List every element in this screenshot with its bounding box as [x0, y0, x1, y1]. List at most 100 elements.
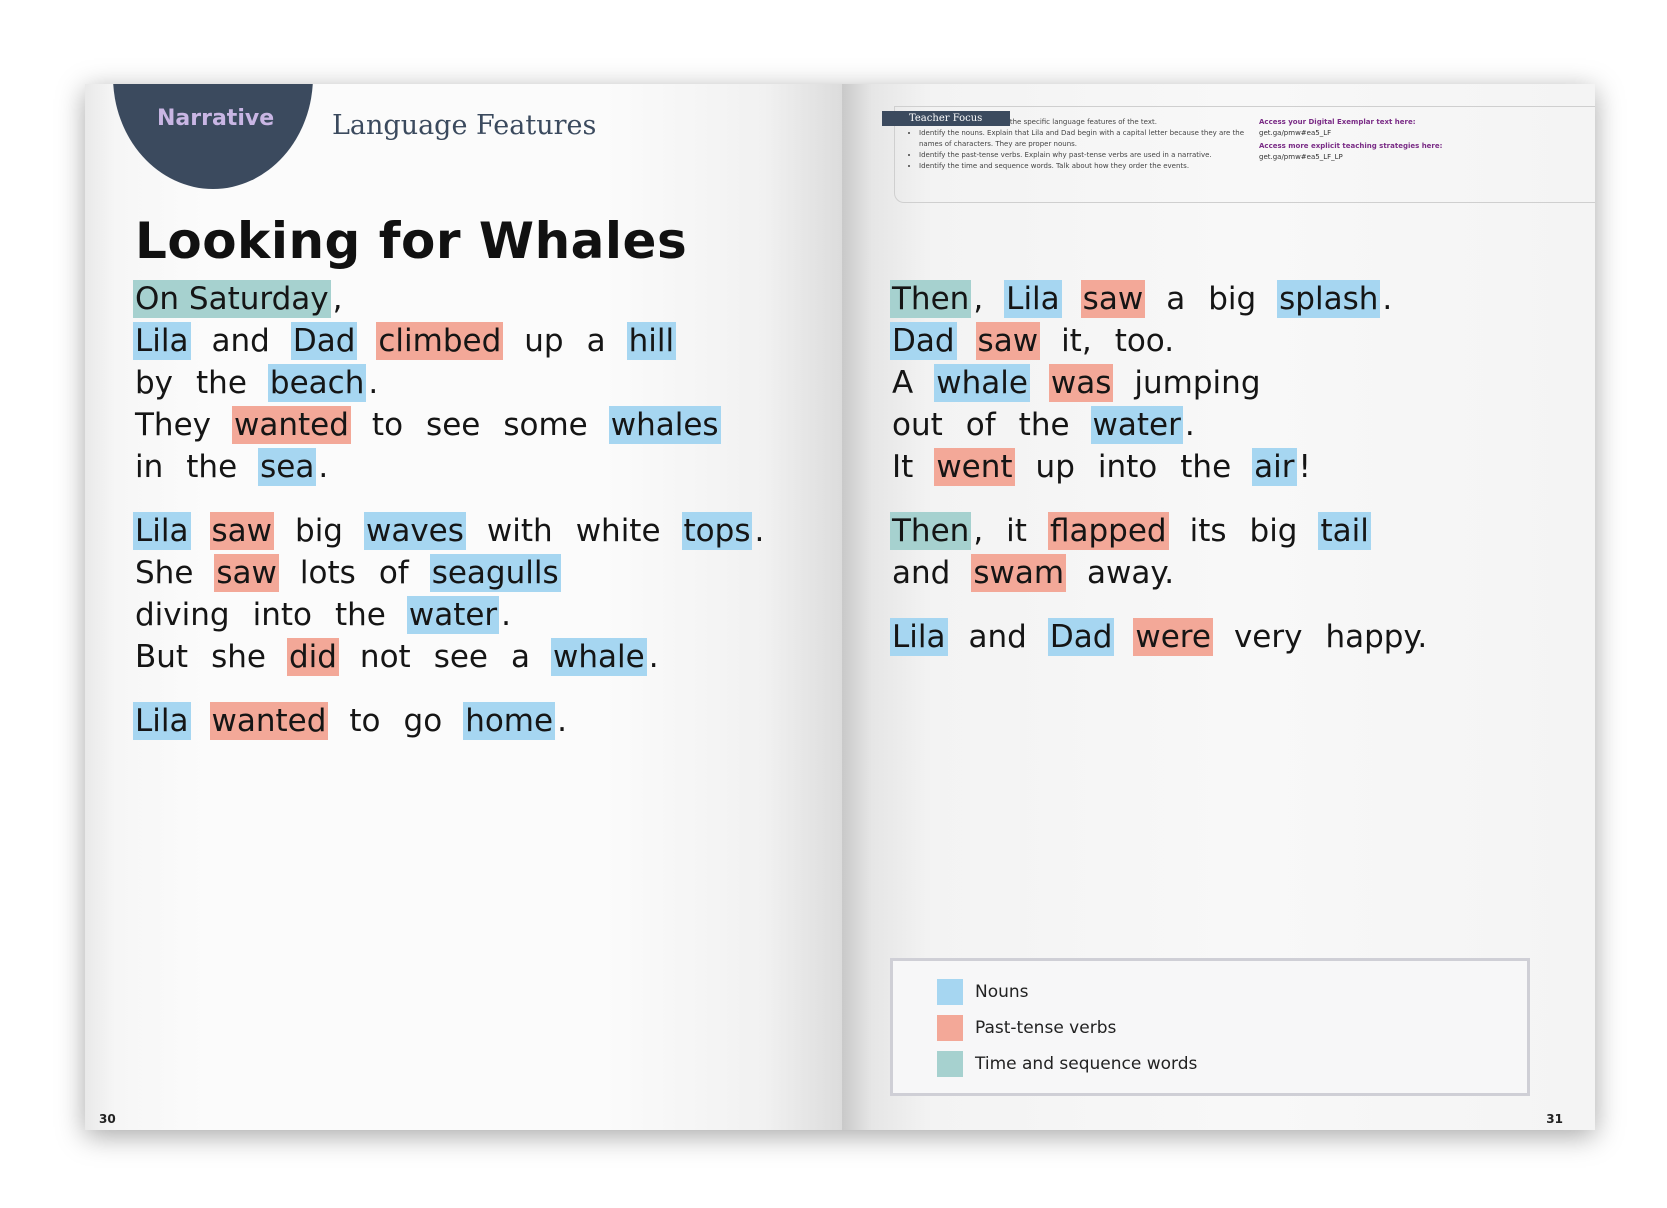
story-word: it: [1006, 513, 1027, 549]
story-word: and: [892, 555, 951, 591]
story-word: into: [1097, 449, 1158, 485]
verb-word: swam: [971, 554, 1067, 592]
noun-word: splash: [1277, 280, 1381, 318]
noun-word: Dad: [890, 322, 957, 360]
story-word: jumping: [1134, 365, 1261, 401]
verb-word: saw: [1080, 280, 1146, 318]
story-word: lots: [299, 555, 356, 591]
story-word: away.: [1087, 555, 1175, 591]
story-line: Then, it flapped its big tail: [890, 512, 1390, 550]
story-line: Lila and Dad climbed up a hill: [133, 322, 695, 360]
digital-exemplar-link[interactable]: Access your Digital Exemplar text here: …: [1259, 117, 1416, 139]
story-word: to: [371, 407, 404, 443]
story-word: .: [648, 639, 659, 675]
verb-word: saw: [209, 512, 275, 550]
story-line: diving into the water.: [133, 596, 532, 634]
time-word: On Saturday: [133, 280, 331, 318]
noun-word: waves: [363, 512, 466, 550]
story-word: some: [503, 407, 588, 443]
book-spread: Narrative Language Features Looking for …: [85, 84, 1595, 1130]
story-word: .: [1382, 281, 1393, 317]
story-word: the: [196, 365, 247, 401]
story-line: They wanted to see some whales: [133, 406, 740, 444]
story-line: She saw lots of seagulls: [133, 554, 580, 592]
story-word: white: [575, 513, 661, 549]
narrative-badge: [113, 84, 313, 189]
noun-word: Lila: [133, 702, 191, 740]
story-word: the: [1018, 407, 1070, 443]
story-word: by: [135, 365, 174, 401]
verb-word: saw: [975, 322, 1041, 360]
verb-word: saw: [214, 554, 279, 592]
noun-word: Dad: [1047, 618, 1115, 656]
section-label: Language Features: [332, 110, 597, 141]
verb-word: was: [1048, 364, 1114, 402]
story-word: big: [295, 513, 343, 549]
story-word: happy.: [1325, 619, 1428, 655]
noun-word: beach: [267, 364, 367, 402]
story-word: diving: [135, 597, 230, 633]
story-word: a: [1166, 281, 1186, 317]
story-word: A: [892, 365, 914, 401]
story-word: she: [211, 639, 266, 675]
story-word: not: [359, 639, 411, 675]
story-word: big: [1249, 513, 1298, 549]
story-line: Awhale was jumping: [890, 364, 1282, 402]
story-line: Lila saw big waves with white tops.: [133, 512, 785, 550]
story-word: .: [557, 703, 567, 739]
story-word: and: [211, 323, 270, 359]
story-line: and swam away.: [890, 554, 1195, 592]
story-word: up: [524, 323, 564, 359]
noun-word: air: [1252, 448, 1297, 486]
story-word: ,: [973, 281, 984, 317]
story-line: in the sea.: [133, 448, 349, 486]
story-word: of: [965, 407, 996, 443]
story-line: Lila wanted to go home.: [133, 702, 588, 740]
noun-word: Lila: [890, 618, 948, 656]
verb-word: went: [934, 448, 1015, 486]
story-word: of: [378, 555, 409, 591]
teacher-focus-bullet: Identify the time and sequence words. Ta…: [919, 161, 1248, 172]
verb-word: wanted: [209, 702, 329, 740]
noun-word: tail: [1318, 512, 1371, 550]
page-number-left: 30: [99, 1112, 116, 1126]
story-word: .: [501, 597, 512, 633]
noun-word: whales: [608, 406, 721, 444]
story-word: very: [1233, 619, 1303, 655]
story-word: .: [754, 513, 765, 549]
story-word: a: [586, 323, 606, 359]
noun-word: water: [1090, 406, 1183, 444]
legend-swatch: [937, 1051, 963, 1077]
story-word: a: [511, 639, 530, 675]
story-word: But: [135, 639, 189, 675]
noun-word: hill: [626, 322, 677, 360]
story-word: !: [1298, 449, 1311, 485]
teacher-focus-bullets: Identify the nouns. Explain that Lila an…: [908, 128, 1248, 172]
story-word: .: [1184, 407, 1195, 443]
colour-key: Nouns Past-tense verbs Time and sequence…: [890, 958, 1530, 1096]
teacher-focus-tab: Teacher Focus: [882, 111, 1011, 126]
story-word: go: [403, 703, 443, 739]
story-word: They: [135, 407, 212, 443]
noun-word: water: [406, 596, 500, 634]
story-word: into: [252, 597, 312, 633]
noun-word: Lila: [133, 322, 191, 360]
teaching-strategies-link[interactable]: Access more explicit teaching strategies…: [1259, 141, 1442, 163]
story-word: its: [1189, 513, 1227, 549]
story-title: Looking for Whales: [135, 212, 688, 270]
time-word: Then: [890, 512, 972, 550]
verb-word: did: [286, 638, 339, 676]
badge-label: Narrative: [157, 106, 275, 131]
story-line: Dad saw it, too.: [890, 322, 1195, 360]
story-line: by the beach.: [133, 364, 399, 402]
story-word: up: [1035, 449, 1075, 485]
story-word: see: [433, 639, 488, 675]
left-page: Narrative Language Features Looking for …: [85, 84, 842, 1130]
story-word: ,: [973, 513, 984, 549]
noun-word: home: [463, 702, 556, 740]
story-word: big: [1208, 281, 1257, 317]
verb-word: wanted: [232, 406, 351, 444]
story-line: But she did not see a whale.: [133, 638, 680, 676]
story-word: It: [892, 449, 914, 485]
story-word: the: [186, 449, 238, 485]
